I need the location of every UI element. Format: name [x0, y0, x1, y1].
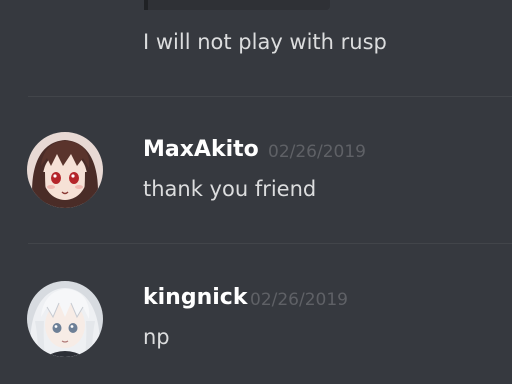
message-divider: [28, 243, 512, 244]
username-maxakito[interactable]: MaxAkito: [143, 136, 259, 164]
message-divider: [28, 96, 512, 97]
avatar-kingnick[interactable]: [27, 281, 103, 357]
embed-block-edge: [144, 0, 330, 10]
chat-message-list: I will not play with rusp MaxAkito 02/26…: [0, 0, 512, 384]
anime-avatar-red-eyes-icon: [27, 132, 103, 208]
anime-avatar-white-hair-icon: [27, 281, 103, 357]
message-timestamp: 02/26/2019: [250, 290, 348, 310]
message-text: thank you friend: [143, 177, 317, 201]
avatar-maxakito[interactable]: [27, 132, 103, 208]
message-timestamp: 02/26/2019: [268, 142, 366, 162]
message-text: np: [143, 325, 170, 349]
username-kingnick[interactable]: kingnick: [143, 284, 247, 312]
message-text: I will not play with rusp: [143, 30, 387, 54]
